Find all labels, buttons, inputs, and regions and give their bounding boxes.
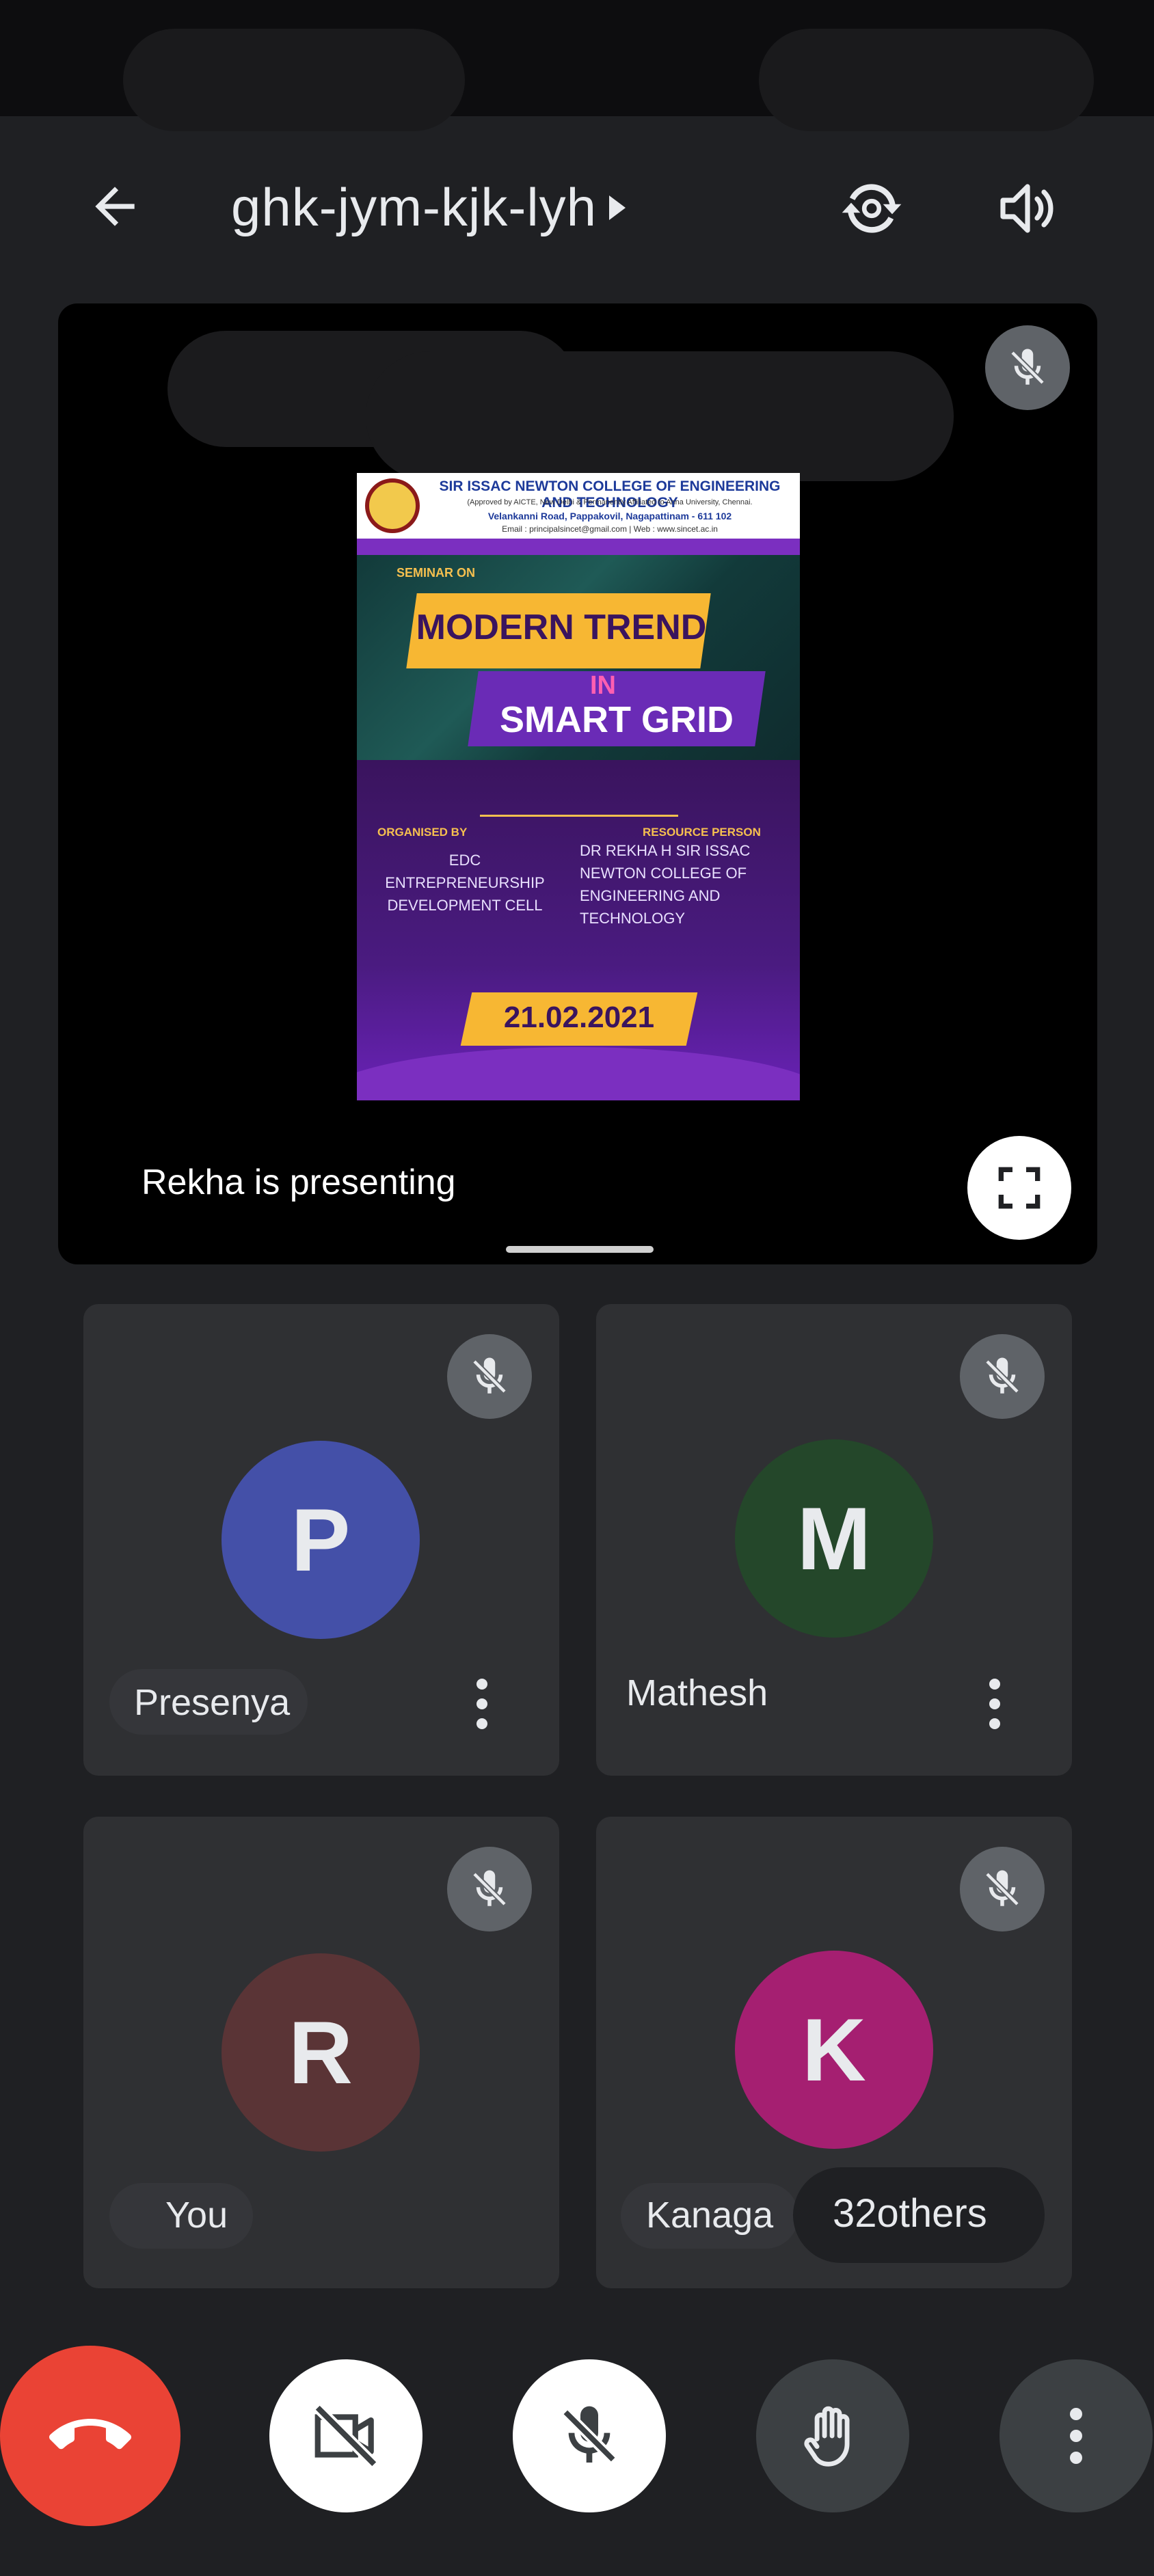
- participant-tile[interactable]: P Presenya: [83, 1304, 559, 1776]
- redacted-area: [366, 351, 954, 481]
- caret-right-icon: [609, 195, 626, 220]
- poster-title-in: IN: [590, 671, 616, 700]
- mic-off-icon: [472, 1870, 507, 1906]
- avatar: K: [735, 1951, 933, 2149]
- status-bar: [0, 0, 1154, 131]
- dot: [477, 1718, 487, 1729]
- back-button[interactable]: [81, 172, 149, 241]
- more-options-button[interactable]: [999, 2359, 1153, 2512]
- resource-person-label: RESOURCE PERSON: [643, 826, 761, 839]
- switch-camera-button[interactable]: [834, 171, 909, 246]
- mic-off-badge: [447, 1334, 532, 1419]
- resource-person-text: DR REKHA H SIR ISSAC NEWTON COLLEGE OF E…: [580, 842, 751, 927]
- meeting-code-text: ghk-jym-kjk-lyh: [231, 177, 598, 237]
- others-label: 32others: [833, 2191, 987, 2236]
- poster-address: Velankanni Road, Pappakovil, Nagapattina…: [487, 511, 732, 521]
- participant-name: You: [165, 2195, 228, 2236]
- dot: [1070, 2452, 1082, 2464]
- poster-date: 21.02.2021: [503, 1001, 655, 1034]
- dot: [989, 1718, 1000, 1729]
- organised-by-text: EDC ENTREPRENEURSHIP DEVELOPMENT CELL: [385, 852, 545, 914]
- mic-off-badge: [447, 1847, 532, 1931]
- participant-tile[interactable]: R You: [83, 1817, 559, 2288]
- raise-hand-button[interactable]: [756, 2359, 909, 2512]
- mic-off-icon: [561, 2406, 617, 2464]
- poster-divider: [480, 815, 678, 817]
- mic-off-icon: [985, 1870, 1019, 1906]
- camera-off-icon: [314, 2404, 378, 2468]
- dot: [989, 1679, 1000, 1690]
- participant-name: Kanaga: [646, 2195, 774, 2236]
- camera-toggle-button[interactable]: [269, 2359, 422, 2512]
- dot: [477, 1698, 487, 1709]
- mic-off-icon: [472, 1357, 507, 1394]
- mic-toggle-button[interactable]: [513, 2359, 666, 2512]
- hand-icon: [804, 2406, 850, 2467]
- participant-name: Presenya: [134, 1682, 291, 1723]
- mic-off-badge: [985, 325, 1070, 410]
- organised-by-label: ORGANISED BY: [377, 826, 468, 839]
- meeting-code[interactable]: ghk-jym-kjk-lyh: [231, 176, 626, 239]
- poster-email: Email : principalsincet@gmail.com | Web …: [502, 524, 718, 534]
- volume-icon: [1000, 184, 1054, 233]
- presenting-label: Rekha is presenting: [142, 1163, 456, 1202]
- audio-output-button[interactable]: [990, 171, 1065, 246]
- poster-seminar-on: SEMINAR ON: [397, 566, 476, 580]
- dot: [1070, 2408, 1082, 2420]
- dot: [1070, 2430, 1082, 2442]
- arrow-left-icon: [95, 187, 135, 226]
- fullscreen-button[interactable]: [967, 1136, 1071, 1240]
- mic-off-badge: [960, 1334, 1045, 1419]
- mic-off-icon: [985, 1357, 1019, 1394]
- mic-off-icon: [1010, 349, 1045, 385]
- poster-stripe: [357, 539, 800, 555]
- poster-title-line1: MODERN TREND: [416, 608, 707, 647]
- participant-tile[interactable]: M Mathesh: [596, 1304, 1072, 1776]
- poster-approval: (Approved by AICTE, New Delhi & Permanen…: [467, 498, 753, 506]
- more-options-button[interactable]: [978, 1666, 1012, 1741]
- mic-off-badge: [960, 1847, 1045, 1931]
- switch-camera-icon: [842, 184, 902, 233]
- fullscreen-icon: [998, 1167, 1041, 1209]
- avatar: M: [735, 1439, 933, 1638]
- avatar: P: [222, 1441, 420, 1639]
- avatar: R: [222, 1953, 420, 2152]
- drag-handle[interactable]: [506, 1246, 654, 1253]
- participant-name: Mathesh: [626, 1672, 768, 1713]
- dot: [989, 1698, 1000, 1709]
- end-call-button[interactable]: [0, 2346, 180, 2526]
- college-logo: [365, 478, 420, 533]
- poster-title-line2: SMART GRID: [500, 699, 734, 740]
- presented-poster: SIR ISSAC NEWTON COLLEGE OF ENGINEERING …: [357, 473, 800, 1100]
- more-options-button[interactable]: [465, 1666, 499, 1741]
- hang-up-icon: [49, 2419, 131, 2450]
- dot: [477, 1679, 487, 1690]
